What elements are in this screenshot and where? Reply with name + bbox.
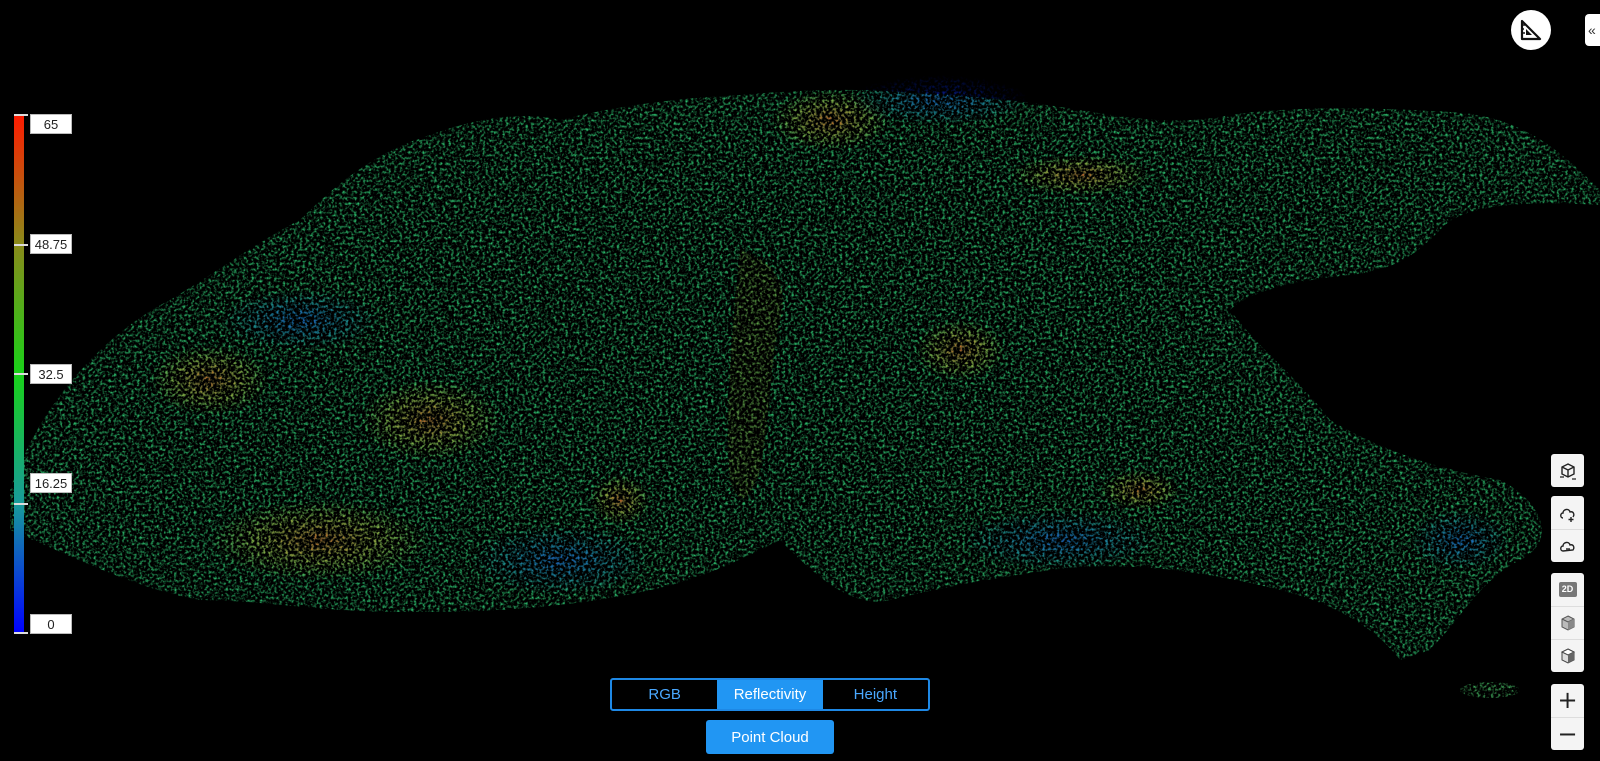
legend-label-max: 65 [30,114,72,134]
cube-top-icon [1560,648,1575,664]
view-tool-group [1551,454,1584,487]
legend-label-high: 48.75 [30,234,72,254]
legend-label-min: 0 [30,614,72,634]
zoom-in-button[interactable]: + [1551,684,1584,717]
projection-tool-group: 2D [1551,573,1584,672]
remove-cloud-button[interactable] [1551,529,1584,562]
zoom-tool-group: + − [1551,684,1584,750]
cube-target-icon [1559,462,1576,480]
legend-tick [14,114,28,116]
point-cloud-render[interactable] [0,0,1600,761]
2d-icon: 2D [1558,582,1577,597]
reflectivity-legend: 65 48.75 32.5 16.25 0 [14,114,74,634]
cloud-tool-group [1551,496,1584,562]
tab-height[interactable]: Height [823,680,928,709]
zoom-out-button[interactable]: − [1551,717,1584,750]
point-cloud-viewport[interactable] [0,0,1600,761]
legend-tick [14,373,28,375]
reset-view-button[interactable] [1551,454,1584,487]
measure-tool-button[interactable] [1511,10,1551,50]
cloud-add-icon [1559,508,1574,522]
tab-rgb[interactable]: RGB [612,680,717,709]
color-mode-switch: RGB Reflectivity Height [610,678,930,711]
point-cloud-button[interactable]: Point Cloud [706,720,834,754]
cube-icon [1561,615,1574,631]
legend-label-mid: 32.5 [30,364,72,384]
cloud-remove-icon [1559,541,1574,552]
tab-reflectivity[interactable]: Reflectivity [717,680,823,709]
view-3d-button[interactable] [1551,606,1584,639]
view-2d-button[interactable]: 2D [1551,573,1584,606]
legend-label-low: 16.25 [30,473,72,493]
ruler-triangle-icon [1520,19,1542,41]
legend-tick [14,632,28,634]
plus-icon: + [1557,686,1578,714]
minus-icon: − [1557,719,1578,748]
legend-tick [14,244,28,246]
double-chevron-left-icon: « [1588,22,1596,38]
view-top-button[interactable] [1551,639,1584,672]
add-cloud-button[interactable] [1551,496,1584,529]
legend-tick [14,503,28,505]
collapse-panel-button[interactable]: « [1585,14,1600,46]
